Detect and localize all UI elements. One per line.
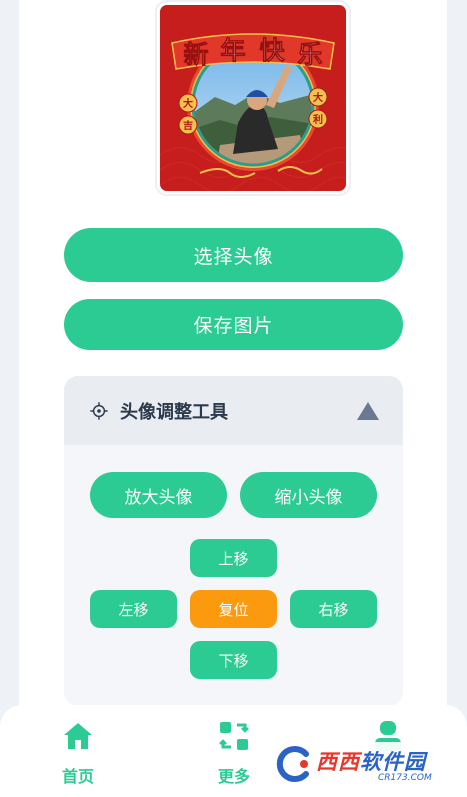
new-year-avatar-image: 大 吉 大 利 新 年 快 乐	[160, 5, 346, 191]
save-image-button[interactable]: 保存图片	[64, 299, 403, 350]
move-up-button[interactable]: 上移	[190, 539, 277, 577]
tools-panel-title: 头像调整工具	[120, 401, 228, 423]
select-avatar-button[interactable]: 选择头像	[64, 228, 403, 282]
tab-more[interactable]: 更多	[194, 719, 274, 787]
move-left-button[interactable]: 左移	[90, 590, 177, 628]
banner-char-3: 快	[259, 36, 285, 65]
scroll-char-right-2: 利	[313, 113, 323, 126]
banner-char-2: 年	[220, 36, 245, 65]
collapse-triangle-icon[interactable]	[357, 401, 379, 420]
scroll-char-left-1: 大	[183, 97, 193, 110]
site-watermark: 西西软件园 CR173.COM	[268, 742, 458, 786]
banner-char-4: 乐	[297, 40, 322, 69]
tab-home[interactable]: 首页	[38, 719, 118, 787]
home-icon	[64, 723, 92, 749]
scroll-char-right-1: 大	[313, 91, 323, 104]
banner-char-1: 新	[183, 40, 208, 69]
move-right-button[interactable]: 右移	[290, 590, 377, 628]
avatar-preview: 大 吉 大 利 新 年 快 乐	[157, 2, 349, 194]
scroll-char-left-2: 吉	[183, 119, 193, 132]
watermark-brand-blue: 软件园	[360, 749, 426, 774]
gear-icon	[90, 401, 108, 420]
main-card: 大 吉 大 利 新 年 快 乐 选择头像 保存图片 头像调整工具 放大头像 缩小…	[19, 0, 447, 740]
zoom-out-button[interactable]: 缩小头像	[240, 472, 377, 518]
zoom-in-button[interactable]: 放大头像	[90, 472, 227, 518]
tab-home-label: 首页	[61, 767, 94, 786]
tab-more-label: 更多	[217, 767, 250, 786]
move-down-button[interactable]: 下移	[190, 641, 277, 679]
avatar-tools-panel: 头像调整工具 放大头像 缩小头像 上移 左移 复位 右移 下移	[64, 376, 403, 706]
swap-icon	[219, 722, 249, 750]
watermark-logo-icon	[276, 746, 309, 782]
tools-panel-header[interactable]: 头像调整工具	[64, 376, 403, 445]
reset-button[interactable]: 复位	[190, 590, 277, 628]
watermark-domain: CR173.COM	[378, 772, 432, 783]
watermark-brand-red: 西西	[316, 749, 360, 774]
